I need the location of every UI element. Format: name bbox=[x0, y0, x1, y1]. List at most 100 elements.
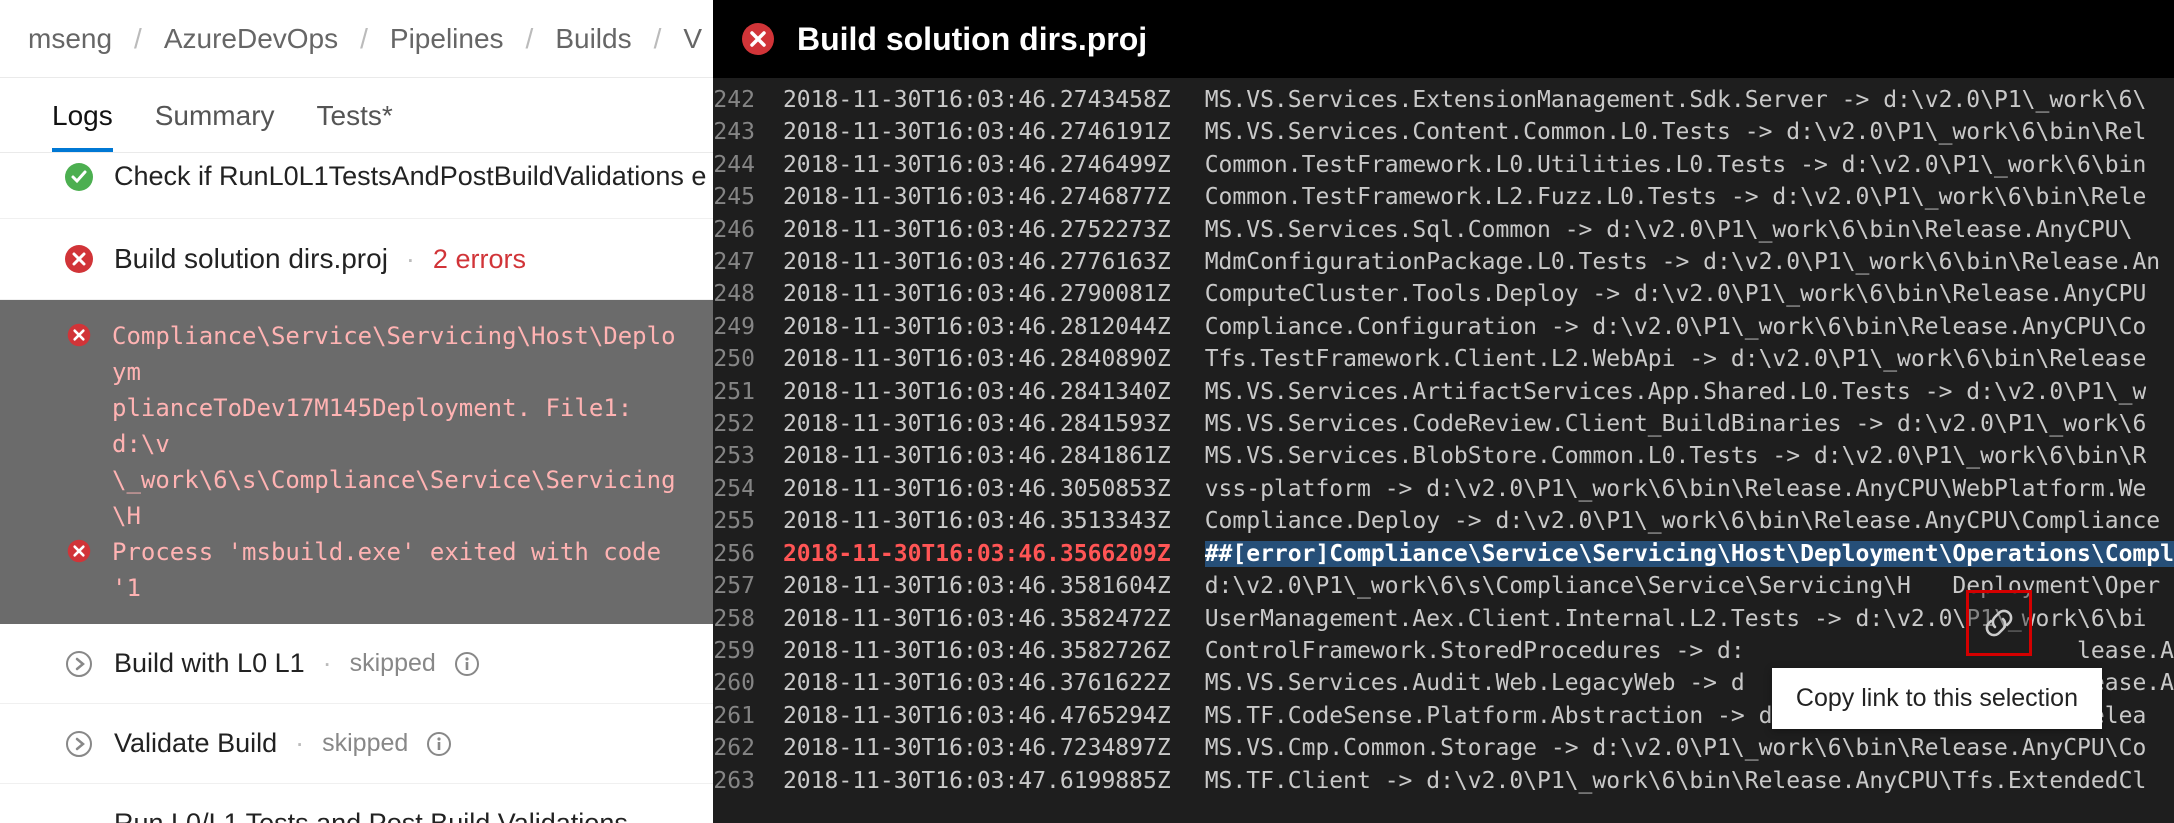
log-message: MS.VS.Cmp.Common.Storage -> d:\v2.0\P1\_… bbox=[1205, 732, 2147, 764]
log-line[interactable]: 2502018-11-30T16:03:46.2840890ZTfs.TestF… bbox=[713, 343, 2174, 375]
tab-tests[interactable]: Tests* bbox=[317, 100, 393, 152]
error-text: Compliance\Service\Servicing\Host\Deploy… bbox=[112, 318, 683, 534]
info-icon[interactable] bbox=[454, 651, 480, 677]
line-number: 254 bbox=[713, 473, 783, 505]
timestamp: 2018-11-30T16:03:46.3050853Z bbox=[783, 473, 1205, 505]
log-line[interactable]: 2582018-11-30T16:03:46.3582472ZUserManag… bbox=[713, 603, 2174, 635]
timestamp: 2018-11-30T16:03:46.3582472Z bbox=[783, 603, 1205, 635]
line-number: 242 bbox=[713, 84, 783, 116]
step-title: Check if RunL0L1TestsAndPostBuildValidat… bbox=[114, 161, 706, 192]
log-line[interactable]: 2562018-11-30T16:03:46.3566209Z##[error]… bbox=[713, 538, 2174, 570]
log-line[interactable]: 2452018-11-30T16:03:46.2746877ZCommon.Te… bbox=[713, 181, 2174, 213]
log-message: MS.TF.Client -> d:\v2.0\P1\_work\6\bin\R… bbox=[1205, 765, 2147, 797]
step-row-prev[interactable]: Check if RunL0L1TestsAndPostBuildValidat… bbox=[0, 153, 713, 219]
log-line[interactable]: 2632018-11-30T16:03:47.6199885ZMS.TF.Cli… bbox=[713, 765, 2174, 797]
line-number: 250 bbox=[713, 343, 783, 375]
success-icon bbox=[64, 162, 94, 192]
tab-summary[interactable]: Summary bbox=[155, 100, 275, 152]
log-line[interactable]: 2542018-11-30T16:03:46.3050853Zvss-platf… bbox=[713, 473, 2174, 505]
log-line[interactable]: 2512018-11-30T16:03:46.2841340ZMS.VS.Ser… bbox=[713, 376, 2174, 408]
step-title: Validate Build bbox=[114, 728, 277, 759]
timestamp: 2018-11-30T16:03:46.3761622Z bbox=[783, 667, 1205, 699]
breadcrumb-item[interactable]: mseng bbox=[28, 23, 112, 55]
log-message: Tfs.TestFramework.Client.L2.WebApi -> d:… bbox=[1205, 343, 2147, 375]
line-number: 255 bbox=[713, 505, 783, 537]
tab-logs[interactable]: Logs bbox=[52, 100, 113, 152]
line-number: 260 bbox=[713, 667, 783, 699]
line-number: 251 bbox=[713, 376, 783, 408]
log-line[interactable]: 2532018-11-30T16:03:46.2841861ZMS.VS.Ser… bbox=[713, 440, 2174, 472]
timestamp: 2018-11-30T16:03:46.2743458Z bbox=[783, 84, 1205, 116]
step-title: Build with L0 L1 bbox=[114, 648, 305, 679]
log-line[interactable]: 2482018-11-30T16:03:46.2790081ZComputeCl… bbox=[713, 278, 2174, 310]
log-line[interactable]: 2472018-11-30T16:03:46.2776163ZMdmConfig… bbox=[713, 246, 2174, 278]
step-row-failed[interactable]: Build solution dirs.proj · 2 errors bbox=[0, 219, 713, 300]
log-line[interactable]: 2622018-11-30T16:03:46.7234897ZMS.VS.Cmp… bbox=[713, 732, 2174, 764]
line-number: 262 bbox=[713, 732, 783, 764]
timestamp: 2018-11-30T16:03:46.3582726Z bbox=[783, 635, 1205, 667]
timestamp: 2018-11-30T16:03:46.2776163Z bbox=[783, 246, 1205, 278]
log-line[interactable]: 2462018-11-30T16:03:46.2752273ZMS.VS.Ser… bbox=[713, 214, 2174, 246]
step-row[interactable]: Build with L0 L1 · skipped bbox=[0, 624, 713, 704]
line-number: 243 bbox=[713, 116, 783, 148]
copy-link-button[interactable] bbox=[1966, 590, 2032, 656]
log-message: MS.VS.Services.BlobStore.Common.L0.Tests… bbox=[1205, 440, 2147, 472]
breadcrumb-item[interactable]: AzureDevOps bbox=[164, 23, 338, 55]
line-number: 249 bbox=[713, 311, 783, 343]
error-icon bbox=[64, 244, 94, 274]
timestamp: 2018-11-30T16:03:46.2812044Z bbox=[783, 311, 1205, 343]
log-line[interactable]: 2442018-11-30T16:03:46.2746499ZCommon.Te… bbox=[713, 149, 2174, 181]
error-line: Compliance\Service\Servicing\Host\Deploy… bbox=[64, 318, 683, 534]
tabs: Logs Summary Tests* bbox=[0, 78, 713, 153]
line-number: 258 bbox=[713, 603, 783, 635]
breadcrumb-sep: / bbox=[654, 23, 662, 55]
breadcrumb-sep: / bbox=[134, 23, 142, 55]
log-message: MS.VS.Services.ArtifactServices.App.Shar… bbox=[1205, 376, 2147, 408]
error-block[interactable]: Compliance\Service\Servicing\Host\Deploy… bbox=[0, 300, 713, 624]
log-line[interactable]: 2422018-11-30T16:03:46.2743458ZMS.VS.Ser… bbox=[713, 84, 2174, 116]
timestamp: 2018-11-30T16:03:46.3566209Z bbox=[783, 538, 1205, 570]
line-number: 261 bbox=[713, 700, 783, 732]
step-row[interactable]: Run L0/L1 Tests and Post Build Validatio… bbox=[0, 784, 713, 823]
log-message: Compliance.Configuration -> d:\v2.0\P1\_… bbox=[1205, 311, 2147, 343]
timestamp: 2018-11-30T16:03:46.2746499Z bbox=[783, 149, 1205, 181]
log-line[interactable]: 2492018-11-30T16:03:46.2812044ZComplianc… bbox=[713, 311, 2174, 343]
line-number: 244 bbox=[713, 149, 783, 181]
chevron-right-icon bbox=[64, 729, 94, 759]
line-number: 248 bbox=[713, 278, 783, 310]
breadcrumb-item[interactable]: V bbox=[683, 23, 702, 55]
breadcrumb-item[interactable]: Builds bbox=[555, 23, 631, 55]
breadcrumb-sep: / bbox=[526, 23, 534, 55]
line-number: 256 bbox=[713, 538, 783, 570]
timestamp: 2018-11-30T16:03:46.2752273Z bbox=[783, 214, 1205, 246]
log-message: MS.VS.Services.ExtensionManagement.Sdk.S… bbox=[1205, 84, 2147, 116]
line-number: 246 bbox=[713, 214, 783, 246]
log-panel-header: Build solution dirs.proj bbox=[713, 0, 2174, 78]
step-status: skipped bbox=[350, 649, 436, 678]
timestamp: 2018-11-30T16:03:47.6199885Z bbox=[783, 765, 1205, 797]
step-row[interactable]: Validate Build · skipped bbox=[0, 704, 713, 784]
log-line[interactable]: 2522018-11-30T16:03:46.2841593ZMS.VS.Ser… bbox=[713, 408, 2174, 440]
timestamp: 2018-11-30T16:03:46.2841861Z bbox=[783, 440, 1205, 472]
log-message: Compliance.Deploy -> d:\v2.0\P1\_work\6\… bbox=[1205, 505, 2160, 537]
log-line[interactable]: 2592018-11-30T16:03:46.3582726ZControlFr… bbox=[713, 635, 2174, 667]
line-number: 259 bbox=[713, 635, 783, 667]
chevron-right-icon bbox=[64, 649, 94, 679]
timestamp: 2018-11-30T16:03:46.2790081Z bbox=[783, 278, 1205, 310]
breadcrumb-item[interactable]: Pipelines bbox=[390, 23, 504, 55]
timestamp: 2018-11-30T16:03:46.2841340Z bbox=[783, 376, 1205, 408]
line-number: 263 bbox=[713, 765, 783, 797]
log-line[interactable]: 2432018-11-30T16:03:46.2746191ZMS.VS.Ser… bbox=[713, 116, 2174, 148]
error-icon bbox=[64, 322, 94, 348]
log-line[interactable]: 2552018-11-30T16:03:46.3513343ZComplianc… bbox=[713, 505, 2174, 537]
timestamp: 2018-11-30T16:03:46.4765294Z bbox=[783, 700, 1205, 732]
timestamp: 2018-11-30T16:03:46.3581604Z bbox=[783, 570, 1205, 602]
line-number: 247 bbox=[713, 246, 783, 278]
breadcrumb: mseng / AzureDevOps / Pipelines / Builds… bbox=[0, 0, 713, 78]
panel-title: Build solution dirs.proj bbox=[797, 21, 1147, 58]
step-title: Build solution dirs.proj bbox=[114, 243, 388, 275]
error-icon bbox=[64, 538, 94, 564]
log-message: MS.VS.Services.Sql.Common -> d:\v2.0\P1\… bbox=[1205, 214, 2133, 246]
info-icon[interactable] bbox=[426, 731, 452, 757]
log-line[interactable]: 2572018-11-30T16:03:46.3581604Zd:\v2.0\P… bbox=[713, 570, 2174, 602]
